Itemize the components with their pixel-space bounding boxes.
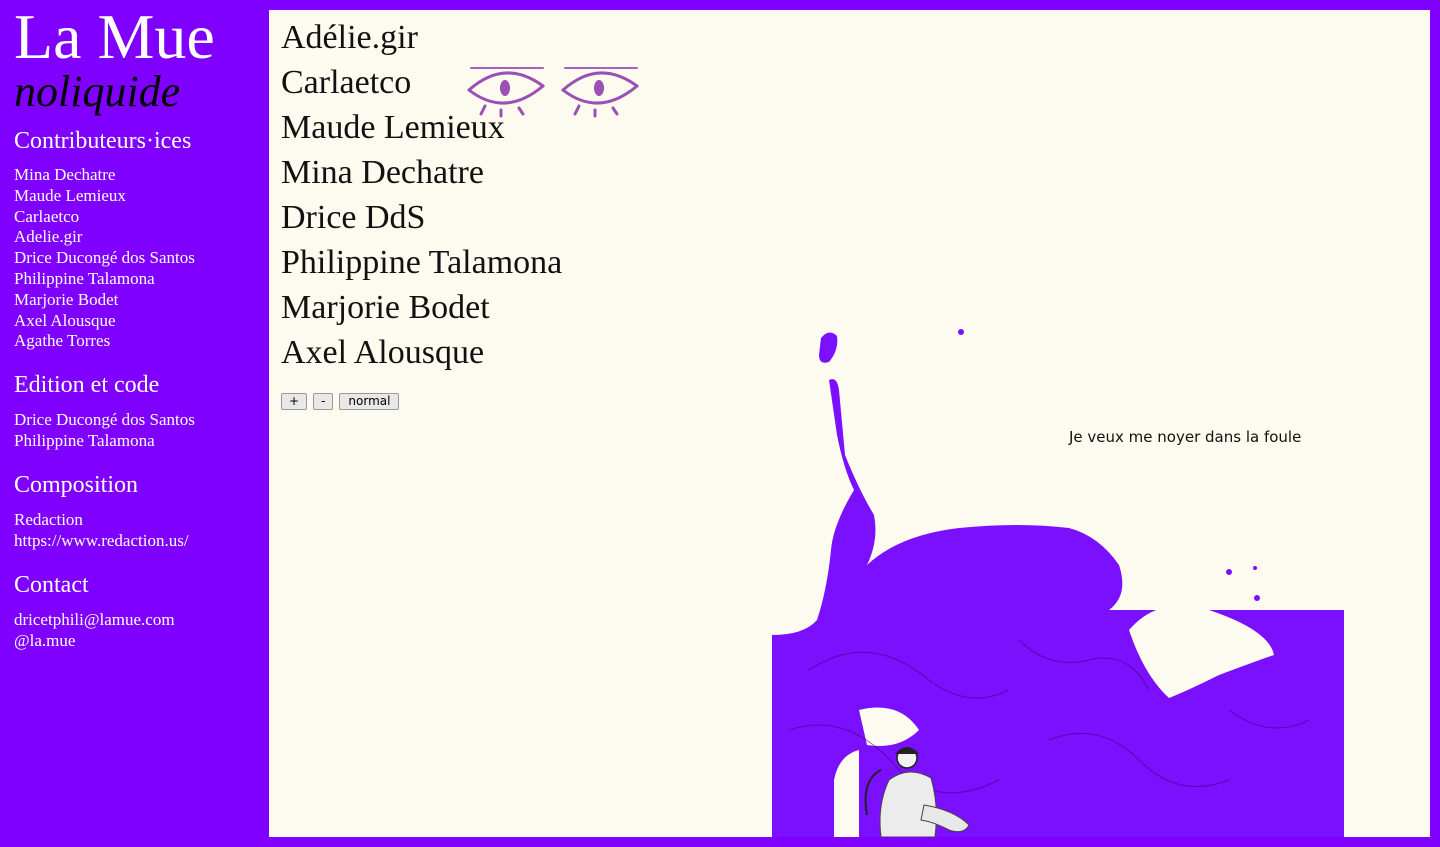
site-subtitle: noliquide — [14, 67, 181, 116]
contributor-link[interactable]: Agathe Torres — [14, 331, 195, 352]
contact-list: dricetphili@lamue.com @la.mue — [14, 610, 175, 652]
contributor-name-link[interactable]: Axel Alousque — [281, 330, 562, 375]
edition-heading: Edition et code — [14, 372, 160, 398]
contributors-list: Mina Dechatre Maude Lemieux Carlaetco Ad… — [14, 165, 195, 352]
illustration-caption: Je veux me noyer dans la foule — [1069, 428, 1302, 446]
site-title[interactable]: La Mue — [14, 2, 215, 72]
contributors-heading: Contributeurs·ices — [14, 128, 192, 154]
contact-heading: Contact — [14, 572, 89, 598]
normal-size-button[interactable]: normal — [339, 393, 400, 410]
sidebar: La Mue noliquide Contributeurs·ices Mina… — [0, 0, 268, 847]
contributor-name-link[interactable]: Drice DdS — [281, 195, 562, 240]
illustration-artwork — [772, 329, 1344, 837]
contributor-link[interactable]: Drice Ducongé dos Santos — [14, 248, 195, 269]
contributor-link[interactable]: Philippine Talamona — [14, 269, 195, 290]
composition-list: Redaction https://www.redaction.us/ — [14, 510, 189, 552]
eye-icon — [467, 67, 545, 118]
decrease-size-button[interactable]: - — [313, 393, 334, 410]
contributor-name-link[interactable]: Mina Dechatre — [281, 150, 562, 195]
contributor-link[interactable]: Carlaetco — [14, 207, 195, 228]
contact-handle-link[interactable]: @la.mue — [14, 631, 175, 652]
contributor-name-link[interactable]: Philippine Talamona — [281, 240, 562, 285]
contributor-link[interactable]: Marjorie Bodet — [14, 290, 195, 311]
increase-size-button[interactable]: + — [281, 393, 308, 410]
contact-email-link[interactable]: dricetphili@lamue.com — [14, 610, 175, 631]
edition-item: Philippine Talamona — [14, 430, 155, 450]
composition-item: Redaction — [14, 510, 83, 529]
composition-heading: Composition — [14, 472, 139, 498]
eyes-decoration — [467, 67, 639, 118]
contributor-link[interactable]: Adelie.gir — [14, 227, 195, 248]
eye-icon — [561, 67, 639, 118]
contributor-name-link[interactable]: Adélie.gir — [281, 15, 562, 60]
contributor-name-link[interactable]: Marjorie Bodet — [281, 285, 562, 330]
main-panel: Adélie.gir Carlaetco Maude Lemieux Mina … — [269, 10, 1430, 837]
edition-item: Drice Ducongé dos Santos — [14, 410, 195, 429]
edition-list: Drice Ducongé dos Santos Philippine Tala… — [14, 410, 195, 452]
contributor-link[interactable]: Maude Lemieux — [14, 186, 195, 207]
composition-link[interactable]: https://www.redaction.us/ — [14, 531, 189, 552]
contributor-link[interactable]: Axel Alousque — [14, 311, 195, 332]
text-size-controls: + - normal — [281, 393, 400, 410]
contributor-link[interactable]: Mina Dechatre — [14, 165, 195, 186]
